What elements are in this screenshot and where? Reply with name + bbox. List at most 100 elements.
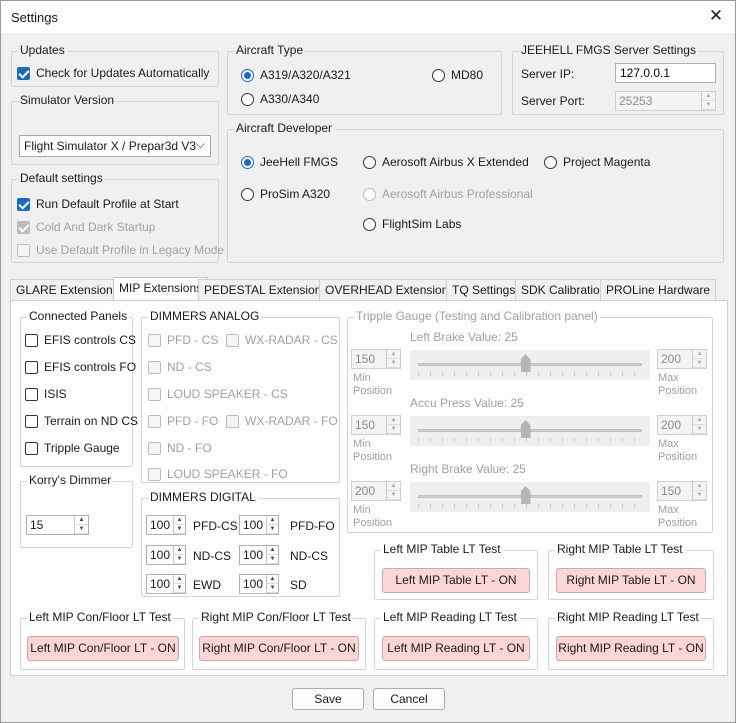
run-default-checkbox[interactable]: Run Default Profile at Start [17,197,179,211]
digital-spinner[interactable]: 100 ▲ ▼ [146,515,186,535]
server-ip-input[interactable] [615,63,716,83]
cold-dark-checkbox[interactable]: Cold And Dark Startup [17,220,155,234]
analog-nd-cs[interactable]: ND - CS [148,360,212,374]
left-read-test-legend: Left MIP Reading LT Test [381,610,519,624]
accu-slider[interactable] [410,416,650,446]
checkbox-box [226,333,239,347]
analog-wx-fo[interactable]: WX-RADAR - FO [226,414,338,428]
tab-pedestal[interactable]: PEDESTAL Extensions [198,279,334,300]
analog-nd-fo[interactable]: ND - FO [148,441,212,455]
checkbox-box [148,387,161,401]
checkbox-box [25,441,38,455]
spin-arrows-icon[interactable]: ▲ ▼ [266,575,278,593]
digital-value: 100 [150,518,171,532]
analog-pfd-cs[interactable]: PFD - CS [148,333,218,347]
slider-thumb[interactable] [520,486,531,504]
radio-aerosoft-professional[interactable]: Aerosoft Airbus Professional [363,187,533,201]
korry-legend: Korry's Dimmer [27,473,114,487]
tab-sdk[interactable]: SDK Calibration [515,279,613,300]
connected-terrain[interactable]: Terrain on ND CS [25,414,138,428]
analog-label: PFD - FO [167,414,219,428]
connected-efis-cs[interactable]: EFIS controls CS [25,333,136,347]
radio-prosim[interactable]: ProSim A320 [241,187,330,201]
radio-circle [432,68,445,82]
default-settings-legend: Default settings [18,171,105,185]
checkbox-box [148,333,161,347]
left-table-test-legend: Left MIP Table LT Test [381,542,503,556]
chevron-down-icon: ⌵ [195,137,205,151]
tab-glare[interactable]: GLARE Extensions [10,279,125,300]
left-brake-max-spinner[interactable]: 200 ▲ ▼ [657,349,707,369]
radio-md80[interactable]: MD80 [432,68,483,82]
right-brake-slider[interactable] [410,482,650,512]
checkbox-box [148,441,161,455]
radio-jeehell[interactable]: JeeHell FMGS [241,155,338,169]
connected-isis[interactable]: ISIS [25,387,67,401]
analog-loud-cs[interactable]: LOUD SPEAKER - CS [148,387,288,401]
spin-arrows-icon[interactable]: ▲ ▼ [386,482,400,500]
digital-spinner[interactable]: 100 ▲ ▼ [146,574,186,594]
spin-arrows-icon[interactable]: ▲ ▼ [692,482,706,500]
dimmers-digital-group: DIMMERS DIGITAL 100 ▲ ▼ PFD-CS 100 ▲ ▼ PFD… [141,490,340,597]
korry-group: Korry's Dimmer 15 ▲ ▼ [20,473,133,548]
left-brake-min-spinner[interactable]: 150 ▲ ▼ [351,349,401,369]
digital-spinner[interactable]: 100 ▲ ▼ [239,574,279,594]
analog-loud-fo[interactable]: LOUD SPEAKER - FO [148,467,288,481]
radio-flightsim-labs[interactable]: FlightSim Labs [363,217,461,231]
left-table-lt-button[interactable]: Left MIP Table LT - ON [382,568,530,593]
analog-pfd-fo[interactable]: PFD - FO [148,414,218,428]
close-icon[interactable]: ✕ [705,5,727,27]
check-updates-checkbox[interactable]: Check for Updates Automatically [17,66,209,80]
left-brake-slider[interactable] [410,350,650,380]
spin-arrows-icon[interactable]: ▲ ▼ [386,416,400,434]
connected-efis-fo[interactable]: EFIS controls FO [25,360,136,374]
connected-tripple[interactable]: Tripple Gauge [25,441,120,455]
korry-spinner[interactable]: 15 ▲ ▼ [26,515,89,535]
radio-aerosoft-extended[interactable]: Aerosoft Airbus X Extended [363,155,529,169]
simulator-select[interactable]: Flight Simulator X / Prepar3d V3 ⌵ [19,135,211,157]
dimmers-digital-legend: DIMMERS DIGITAL [148,490,258,504]
spin-arrows-icon[interactable]: ▲ ▼ [692,350,706,368]
digital-spinner[interactable]: 100 ▲ ▼ [239,545,279,565]
spin-arrows-icon[interactable]: ▲ ▼ [173,546,185,564]
right-brake-max-spinner[interactable]: 150 ▲ ▼ [657,481,707,501]
right-read-lt-button[interactable]: Right MIP Reading LT - ON [556,636,706,661]
radio-a330[interactable]: A330/A340 [241,92,319,106]
spin-arrows-icon[interactable]: ▲ ▼ [173,575,185,593]
max-position-label: Max Position [658,438,698,463]
spin-arrows-icon[interactable]: ▲ ▼ [386,350,400,368]
analog-wx-cs[interactable]: WX-RADAR - CS [226,333,338,347]
digital-spinner[interactable]: 100 ▲ ▼ [239,515,279,535]
spin-arrows-icon[interactable]: ▲ ▼ [266,546,278,564]
left-con-lt-button[interactable]: Left MIP Con/Floor LT - ON [27,636,179,661]
accu-max-spinner[interactable]: 200 ▲ ▼ [657,415,707,435]
tab-overhead[interactable]: OVERHEAD Extensions [319,279,461,300]
right-con-test-group: Right MIP Con/Floor LT Test Right MIP Co… [192,610,366,670]
radio-circle [544,155,557,169]
right-table-test-group: Right MIP Table LT Test Right MIP Table … [548,542,714,600]
accu-min-spinner[interactable]: 150 ▲ ▼ [351,415,401,435]
slider-thumb[interactable] [520,354,531,372]
tab-mip[interactable]: MIP Extensions [113,277,209,301]
spin-arrows-icon[interactable]: ▲ ▼ [266,516,278,534]
tab-tq[interactable]: TQ Settings [446,279,522,300]
server-port-spinner[interactable]: 25253 ▲ ▼ [615,91,716,111]
radio-project-magenta[interactable]: Project Magenta [544,155,650,169]
right-table-lt-button[interactable]: Right MIP Table LT - ON [556,568,706,593]
spin-arrows-icon[interactable]: ▲ ▼ [692,416,706,434]
tab-proline[interactable]: PROLine Hardware [600,279,717,300]
spin-arrows-icon[interactable]: ▲ ▼ [173,516,185,534]
slider-thumb[interactable] [520,420,531,438]
checkbox-box [17,66,30,80]
radio-a319[interactable]: A319/A320/A321 [241,68,351,82]
spin-arrows-icon[interactable]: ▲ ▼ [701,92,715,110]
digital-spinner[interactable]: 100 ▲ ▼ [146,545,186,565]
cancel-button[interactable]: Cancel [373,688,445,710]
analog-label: WX-RADAR - FO [245,414,338,428]
spin-arrows-icon[interactable]: ▲ ▼ [74,516,88,534]
right-con-lt-button[interactable]: Right MIP Con/Floor LT - ON [199,636,359,661]
save-button[interactable]: Save [292,688,364,710]
legacy-checkbox[interactable]: Use Default Profile in Legacy Mode [17,243,224,257]
left-read-lt-button[interactable]: Left MIP Reading LT - ON [382,636,530,661]
right-brake-min-spinner[interactable]: 200 ▲ ▼ [351,481,401,501]
